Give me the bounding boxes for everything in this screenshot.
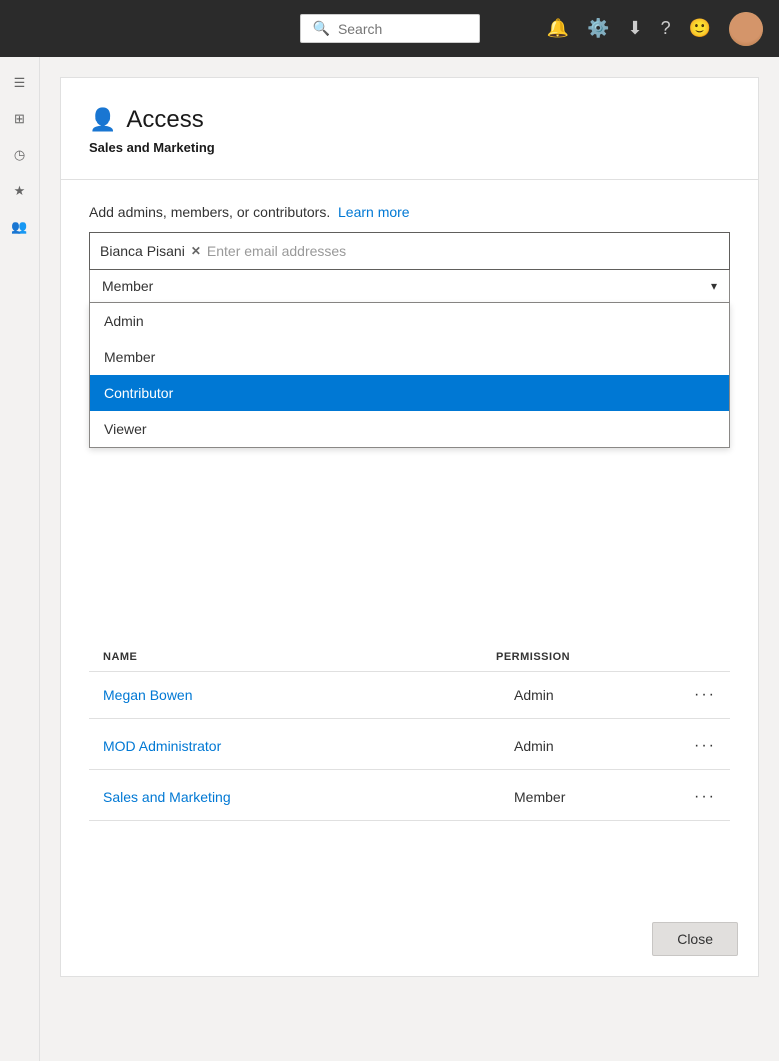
table-row: MOD Administrator Admin ···	[89, 723, 730, 770]
panel-divider	[61, 179, 758, 180]
row-options-3[interactable]: ···	[694, 788, 716, 806]
panel-title: Access	[126, 106, 203, 134]
email-input-row[interactable]: Bianca Pisani ✕ Enter email addresses	[89, 232, 730, 270]
dropdown-option-admin[interactable]: Admin	[90, 303, 729, 339]
table-row: Sales and Marketing Member ···	[89, 774, 730, 821]
sidebar-item-1[interactable]: ☰	[4, 67, 36, 99]
dropdown-option-member[interactable]: Member	[90, 339, 729, 375]
col-header-permission: PERMISSION	[496, 651, 676, 663]
tag-remove-button[interactable]: ✕	[191, 244, 201, 258]
dropdown-container: Member ▾ Admin Member Contributor Viewer	[89, 270, 730, 303]
panel-subtitle: Sales and Marketing	[89, 140, 730, 155]
dropdown-selected[interactable]: Member ▾	[89, 270, 730, 303]
main-content: 👤 Access Sales and Marketing Add admins,…	[40, 57, 779, 1061]
smiley-icon[interactable]: 🙂	[689, 18, 711, 39]
member-name-3[interactable]: Sales and Marketing	[103, 789, 514, 805]
close-button[interactable]: Close	[652, 922, 738, 956]
gear-icon[interactable]: ⚙️	[587, 18, 609, 39]
panel-header: 👤 Access	[89, 106, 730, 134]
learn-more-link[interactable]: Learn more	[338, 204, 410, 220]
member-perm-3: Member	[514, 789, 694, 805]
row-options-1[interactable]: ···	[694, 686, 716, 704]
table-row: Megan Bowen Admin ···	[89, 672, 730, 719]
sidebar-item-5[interactable]: 👥	[4, 211, 36, 243]
col-header-name: NAME	[103, 651, 496, 663]
dropdown-menu: Admin Member Contributor Viewer	[89, 303, 730, 448]
avatar[interactable]	[729, 12, 763, 46]
member-perm-2: Admin	[514, 738, 694, 754]
email-tag: Bianca Pisani ✕	[100, 243, 201, 259]
add-description: Add admins, members, or contributors. Le…	[89, 204, 730, 220]
sidebar-item-3[interactable]: ◷	[4, 139, 36, 171]
member-name-2[interactable]: MOD Administrator	[103, 738, 514, 754]
dropdown-option-contributor[interactable]: Contributor	[90, 375, 729, 411]
download-icon[interactable]: ⬇	[627, 18, 642, 39]
person-icon: 👤	[89, 107, 116, 133]
sidebar-item-2[interactable]: ⊞	[4, 103, 36, 135]
dropdown-selected-label: Member	[102, 278, 153, 294]
member-perm-1: Admin	[514, 687, 694, 703]
email-placeholder: Enter email addresses	[207, 243, 719, 259]
search-icon: 🔍	[313, 20, 330, 37]
row-options-2[interactable]: ···	[694, 737, 716, 755]
dropdown-option-viewer[interactable]: Viewer	[90, 411, 729, 447]
search-box[interactable]: 🔍	[300, 14, 480, 43]
tag-label: Bianca Pisani	[100, 243, 185, 259]
member-name-1[interactable]: Megan Bowen	[103, 687, 514, 703]
question-icon[interactable]: ?	[661, 18, 671, 39]
access-panel: 👤 Access Sales and Marketing Add admins,…	[60, 77, 759, 977]
sidebar-item-4[interactable]: ★	[4, 175, 36, 207]
members-table: NAME PERMISSION Megan Bowen Admin ··· MO…	[89, 643, 730, 821]
topbar-center: 🔍	[300, 14, 480, 43]
topbar: 🔍 🔔 ⚙️ ⬇ ? 🙂	[0, 0, 779, 57]
sidebar-strip: ☰ ⊞ ◷ ★ 👥	[0, 57, 40, 1061]
search-input[interactable]	[338, 21, 468, 37]
table-header-row: NAME PERMISSION	[89, 643, 730, 672]
bell-icon[interactable]: 🔔	[547, 18, 569, 39]
chevron-down-icon: ▾	[711, 279, 717, 293]
topbar-icons: 🔔 ⚙️ ⬇ ? 🙂	[547, 12, 763, 46]
